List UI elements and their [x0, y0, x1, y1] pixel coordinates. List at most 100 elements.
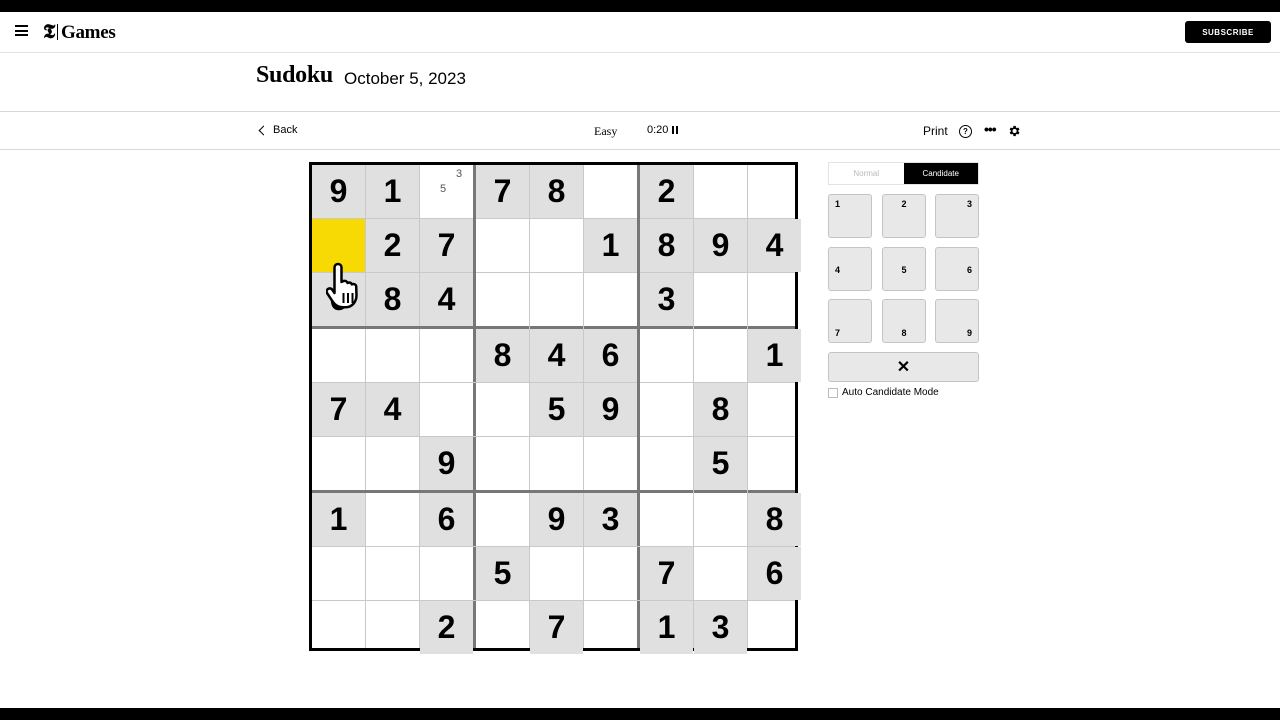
pause-icon[interactable]	[672, 126, 680, 134]
sudoku-cell[interactable]: 4	[530, 329, 583, 382]
sudoku-cell[interactable]: 6	[312, 273, 365, 326]
sudoku-cell[interactable]	[420, 383, 473, 436]
sudoku-cell[interactable]	[640, 383, 693, 436]
subscribe-button[interactable]: SUBSCRIBE	[1185, 21, 1271, 43]
sudoku-cell[interactable]: 9	[312, 165, 365, 218]
games-logo[interactable]: 𝕿 Games	[43, 21, 116, 44]
number-key-3[interactable]: 3	[935, 194, 979, 238]
sudoku-cell[interactable]: 1	[640, 601, 693, 654]
sudoku-cell[interactable]: 5	[694, 437, 747, 490]
hamburger-menu-icon[interactable]	[15, 25, 28, 36]
sudoku-cell[interactable]	[584, 273, 637, 326]
sudoku-cell[interactable]: 4	[366, 383, 419, 436]
sudoku-cell[interactable]	[530, 437, 583, 490]
sudoku-cell[interactable]	[366, 601, 419, 654]
number-key-8[interactable]: 8	[881, 299, 926, 343]
sudoku-cell[interactable]	[584, 165, 637, 218]
print-button[interactable]: Print	[923, 124, 948, 138]
sudoku-cell[interactable]	[476, 493, 529, 546]
sudoku-cell[interactable]: 1	[748, 329, 801, 382]
number-key-1[interactable]: 1	[828, 194, 872, 238]
sudoku-cell[interactable]: 3	[584, 493, 637, 546]
sudoku-cell[interactable]: 7	[420, 219, 473, 272]
sudoku-cell[interactable]	[476, 273, 529, 326]
normal-mode-tab[interactable]: Normal	[829, 163, 904, 184]
sudoku-cell[interactable]: 8	[530, 165, 583, 218]
sudoku-cell[interactable]: 8	[366, 273, 419, 326]
sudoku-cell[interactable]: 3	[694, 601, 747, 654]
sudoku-cell[interactable]: 1	[312, 493, 365, 546]
sudoku-cell[interactable]	[748, 383, 801, 436]
sudoku-cell[interactable]: 2	[640, 165, 693, 218]
sudoku-cell[interactable]	[748, 437, 801, 490]
sudoku-cell[interactable]	[312, 437, 365, 490]
sudoku-cell[interactable]	[694, 329, 747, 382]
sudoku-cell[interactable]	[640, 493, 693, 546]
sudoku-cell[interactable]	[748, 165, 801, 218]
number-key-7[interactable]: 7	[828, 299, 872, 343]
sudoku-cell[interactable]	[312, 547, 365, 600]
sudoku-cell[interactable]	[420, 329, 473, 382]
sudoku-cell[interactable]	[640, 329, 693, 382]
number-key-2[interactable]: 2	[881, 194, 926, 238]
sudoku-cell[interactable]: 4	[748, 219, 801, 272]
back-button[interactable]: Back	[258, 124, 297, 136]
sudoku-cell[interactable]	[476, 437, 529, 490]
sudoku-cell[interactable]: 2	[420, 601, 473, 654]
sudoku-cell[interactable]: 6	[748, 547, 801, 600]
candidate-mode-tab[interactable]: Candidate	[903, 163, 978, 184]
sudoku-cell[interactable]	[366, 547, 419, 600]
sudoku-cell[interactable]: 7	[530, 601, 583, 654]
sudoku-cell[interactable]: 8	[694, 383, 747, 436]
sudoku-cell[interactable]	[694, 165, 747, 218]
sudoku-cell[interactable]: 9	[530, 493, 583, 546]
number-key-4[interactable]: 4	[828, 246, 872, 291]
sudoku-cell[interactable]	[748, 601, 801, 654]
sudoku-cell[interactable]	[694, 547, 747, 600]
auto-candidate-checkbox[interactable]	[828, 387, 838, 398]
sudoku-cell[interactable]	[530, 273, 583, 326]
sudoku-cell[interactable]	[366, 329, 419, 382]
sudoku-cell[interactable]	[530, 547, 583, 600]
number-key-9[interactable]: 9	[935, 299, 979, 343]
sudoku-cell[interactable]	[476, 219, 529, 272]
sudoku-cell[interactable]: 6	[584, 329, 637, 382]
sudoku-cell[interactable]	[640, 437, 693, 490]
sudoku-cell[interactable]	[476, 383, 529, 436]
sudoku-cell[interactable]: 1	[584, 219, 637, 272]
sudoku-cell[interactable]	[584, 437, 637, 490]
sudoku-cell[interactable]	[312, 329, 365, 382]
help-icon[interactable]: ?	[959, 125, 972, 138]
sudoku-cell[interactable]: 35	[420, 165, 473, 218]
sudoku-cell[interactable]	[420, 547, 473, 600]
sudoku-cell[interactable]: 9	[420, 437, 473, 490]
sudoku-cell[interactable]: 8	[476, 329, 529, 382]
sudoku-cell[interactable]: 2	[366, 219, 419, 272]
settings-gear-icon[interactable]	[1007, 124, 1021, 138]
clear-button[interactable]: ✕	[828, 352, 979, 382]
sudoku-cell[interactable]	[476, 601, 529, 654]
sudoku-cell[interactable]	[694, 493, 747, 546]
number-key-5[interactable]: 5	[881, 246, 926, 291]
more-options-icon[interactable]: •••	[984, 122, 997, 136]
sudoku-cell[interactable]: 5	[530, 383, 583, 436]
sudoku-cell[interactable]	[748, 273, 801, 326]
sudoku-cell[interactable]: 3	[640, 273, 693, 326]
number-key-6[interactable]: 6	[935, 246, 979, 291]
sudoku-cell[interactable]	[584, 601, 637, 654]
sudoku-cell[interactable]	[366, 493, 419, 546]
sudoku-cell[interactable]: 1	[366, 165, 419, 218]
sudoku-cell[interactable]	[530, 219, 583, 272]
sudoku-cell[interactable]: 8	[748, 493, 801, 546]
sudoku-cell[interactable]	[366, 437, 419, 490]
sudoku-cell[interactable]: 6	[420, 493, 473, 546]
sudoku-cell[interactable]	[312, 601, 365, 654]
sudoku-cell[interactable]: 9	[584, 383, 637, 436]
sudoku-cell[interactable]: 5	[476, 547, 529, 600]
sudoku-cell[interactable]: 9	[694, 219, 747, 272]
sudoku-cell[interactable]: 4	[420, 273, 473, 326]
sudoku-cell[interactable]: 7	[476, 165, 529, 218]
sudoku-cell[interactable]	[584, 547, 637, 600]
sudoku-cell[interactable]: 7	[312, 383, 365, 436]
sudoku-cell[interactable]: 7	[640, 547, 693, 600]
